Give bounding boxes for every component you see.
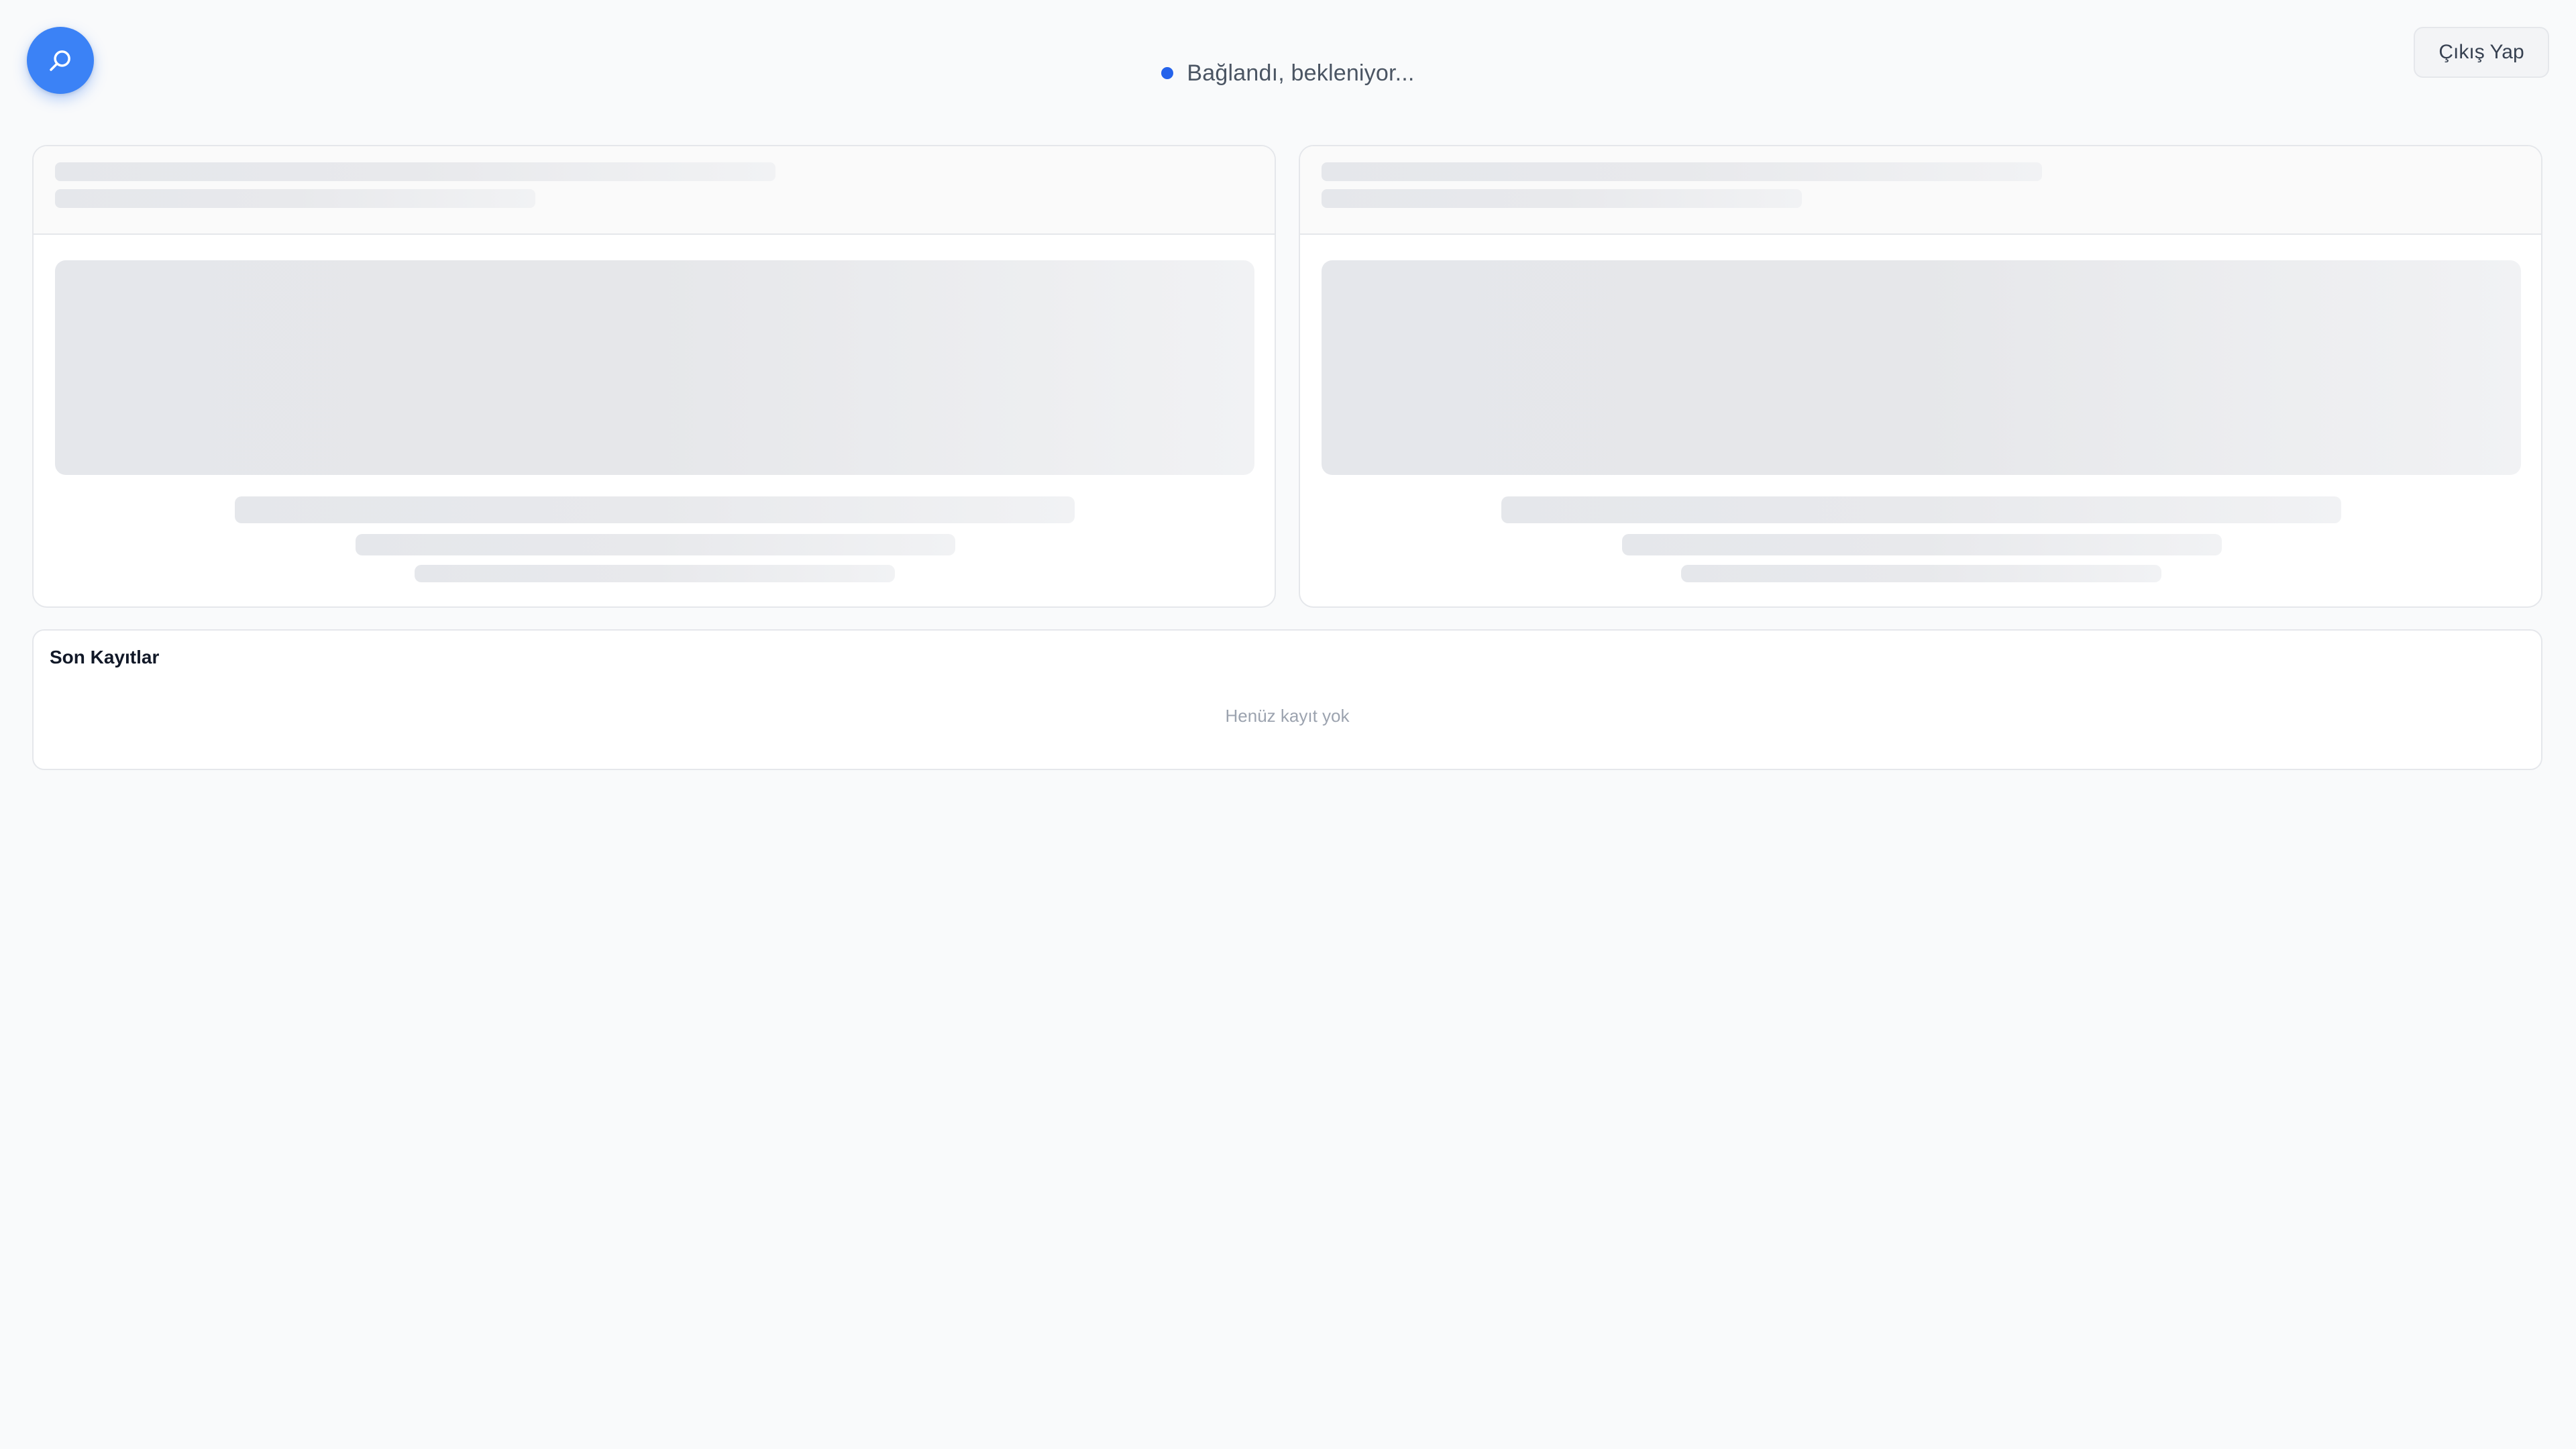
- recent-records-panel: Son Kayıtlar Henüz kayıt yok: [32, 629, 2542, 770]
- skeleton-media-block: [1322, 260, 2521, 475]
- loading-card-right: [1299, 145, 2542, 608]
- skeleton-subtitle-line: [55, 189, 535, 208]
- connection-status: Bağlandı, bekleniyor...: [0, 56, 2576, 90]
- skeleton-text-line: [1501, 496, 2341, 523]
- skeleton-title-line: [55, 162, 775, 181]
- status-text: Bağlandı, bekleniyor...: [1187, 60, 1415, 86]
- skeleton-subtitle-line: [1322, 189, 1802, 208]
- skeleton-text-line: [356, 534, 955, 555]
- skeleton-text-line: [235, 496, 1075, 523]
- app-root: Bağlandı, bekleniyor... Çıkış Yap Son Ka…: [0, 0, 2576, 1449]
- loading-card-left: [32, 145, 1276, 608]
- records-empty-message: Henüz kayıt yok: [1225, 706, 1350, 726]
- logout-button[interactable]: Çıkış Yap: [2414, 27, 2549, 78]
- records-title: Son Kayıtlar: [50, 647, 160, 667]
- skeleton-text-line: [1622, 534, 2222, 555]
- skeleton-text-line: [415, 565, 895, 582]
- status-dot: [1161, 67, 1174, 79]
- skeleton-text-line: [1681, 565, 2161, 582]
- card-header-skeleton: [34, 146, 1275, 235]
- card-header-skeleton: [1300, 146, 2541, 235]
- skeleton-title-line: [1322, 162, 2042, 181]
- skeleton-media-block: [55, 260, 1254, 475]
